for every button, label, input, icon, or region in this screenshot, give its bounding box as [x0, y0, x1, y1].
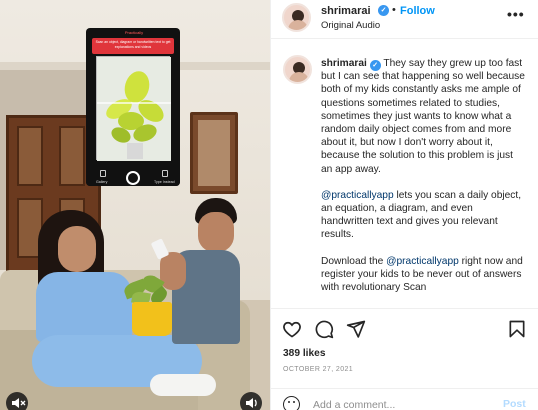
verified-badge-icon: ✓ — [378, 5, 389, 16]
more-options-icon[interactable]: ••• — [507, 6, 525, 22]
boy-face — [198, 212, 234, 252]
post-comment-button[interactable]: Post — [503, 398, 526, 410]
mute-icon[interactable] — [6, 392, 28, 410]
caption-paragraph: @practicallyapp lets you scan a daily ob… — [321, 189, 527, 242]
caption-paragraph: shrimarai ✓ They say they grew up too fa… — [321, 57, 527, 176]
door-pane — [59, 126, 85, 186]
post-header: shrimarai ✓ • Follow Original Audio ••• — [271, 0, 538, 39]
scanned-plant-image — [97, 57, 171, 161]
phone-type-label: Type Instead — [154, 180, 175, 184]
phone-gallery-label: Gallery — [96, 180, 108, 184]
post-date[interactable]: OCTOBER 27, 2021 — [283, 366, 353, 373]
mirror-glass — [198, 120, 230, 186]
bookmark-icon[interactable] — [507, 319, 527, 339]
camera-shutter-icon — [126, 171, 140, 185]
share-icon[interactable] — [346, 319, 366, 339]
post-media-video[interactable]: Practically Scan an object, diagram or h… — [0, 0, 270, 410]
follow-button[interactable]: Follow — [400, 5, 435, 17]
verified-badge-icon: ✓ — [369, 60, 381, 71]
speaker-icon[interactable] — [240, 392, 262, 410]
post-details-panel: shrimarai ✓ • Follow Original Audio ••• … — [270, 0, 538, 410]
emoji-icon[interactable] — [283, 396, 300, 410]
phone-screen-overlay: Practically Scan an object, diagram or h… — [86, 28, 180, 186]
phone-scan-viewfinder — [96, 56, 171, 161]
caption-text: shrimarai ✓ They say they grew up too fa… — [321, 57, 527, 307]
keyboard-icon — [162, 170, 168, 177]
yellow-plant-pot — [132, 302, 172, 336]
phone-scan-banner: Scan an object, diagram or handwritten t… — [92, 38, 174, 54]
boy-arm — [160, 252, 186, 290]
original-audio-link[interactable]: Original Audio — [321, 20, 380, 31]
wall-mirror — [190, 112, 238, 194]
header-username[interactable]: shrimarai — [321, 5, 371, 17]
post-caption: shrimarai ✓ They say they grew up too fa… — [283, 55, 533, 307]
gallery-icon — [100, 170, 106, 177]
comment-bar: Post — [271, 388, 538, 410]
caption-avatar[interactable] — [283, 55, 312, 84]
mention-link[interactable]: @practicallyapp — [386, 256, 459, 267]
door-pane — [17, 126, 43, 186]
caption-username[interactable]: shrimarai — [321, 58, 367, 69]
heart-icon[interactable] — [282, 319, 302, 339]
woman-feet — [150, 374, 216, 396]
mention-link[interactable]: @practicallyapp — [321, 190, 394, 201]
woman-face — [58, 226, 96, 272]
comment-input[interactable] — [313, 398, 493, 410]
caption-paragraph: Download the @practicallyapp right now a… — [321, 255, 527, 295]
header-separator: • — [392, 4, 396, 16]
caption-paragraph-3-start: Download the — [321, 255, 387, 267]
avatar[interactable] — [282, 3, 311, 32]
woman-top — [36, 272, 132, 342]
like-count[interactable]: 389 likes — [283, 348, 326, 359]
phone-app-brand: Practically — [124, 30, 144, 35]
caption-paragraph-1: They say they grew up too fast but I can… — [321, 58, 525, 175]
post-actions-bar — [271, 308, 538, 344]
comment-icon[interactable] — [314, 319, 334, 339]
